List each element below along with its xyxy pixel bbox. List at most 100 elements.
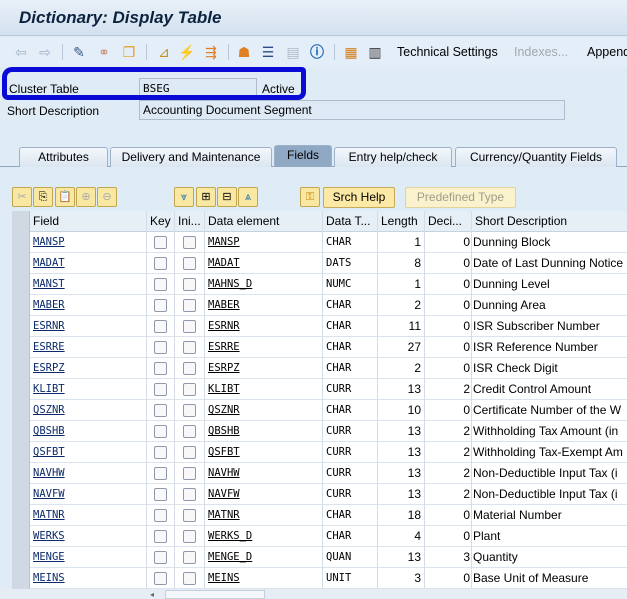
forward-icon[interactable]: ⇨ xyxy=(36,43,54,61)
key-checkbox[interactable] xyxy=(154,551,167,564)
initial-values-checkbox[interactable] xyxy=(183,299,196,312)
select-all-cell[interactable] xyxy=(12,211,30,232)
key-checkbox[interactable] xyxy=(154,572,167,585)
structure-icon[interactable]: ▦ xyxy=(342,43,360,61)
hierarchy-icon[interactable]: ☗ xyxy=(235,43,253,61)
table-row[interactable]: WERKS WERKS_D CHAR 4 0 Plant xyxy=(12,526,627,547)
table-row[interactable]: QSFBT QSFBT CURR 13 2 Withholding Tax-Ex… xyxy=(12,442,627,463)
key-checkbox[interactable] xyxy=(154,362,167,375)
initial-values-checkbox[interactable] xyxy=(183,488,196,501)
other-object-icon[interactable]: ❐ xyxy=(120,43,138,61)
key-checkbox[interactable] xyxy=(154,278,167,291)
field-name[interactable]: ESRPZ xyxy=(30,358,147,379)
table-row[interactable]: MENGE MENGE_D QUAN 13 3 Quantity xyxy=(12,547,627,568)
row-selector[interactable] xyxy=(12,547,30,568)
key-checkbox[interactable] xyxy=(154,257,167,270)
data-element[interactable]: ESRNR xyxy=(205,316,323,337)
tab-fields[interactable]: Fields xyxy=(274,145,332,167)
table-row[interactable]: MANST MAHNS_D NUMC 1 0 Dunning Level xyxy=(12,274,627,295)
technical-settings-button[interactable]: Technical Settings xyxy=(397,45,498,59)
expand-all-icon[interactable]: ⊞ xyxy=(196,187,216,207)
initial-values-checkbox[interactable] xyxy=(183,341,196,354)
initial-values-checkbox[interactable] xyxy=(183,425,196,438)
data-element[interactable]: WERKS_D xyxy=(205,526,323,547)
display-change-icon[interactable]: ✎ xyxy=(70,43,88,61)
row-selector[interactable] xyxy=(12,274,30,295)
data-element[interactable]: NAVFW xyxy=(205,484,323,505)
insert-row-icon[interactable]: ⊕ xyxy=(76,187,96,207)
row-selector[interactable] xyxy=(12,337,30,358)
initial-values-checkbox[interactable] xyxy=(183,509,196,522)
row-selector[interactable] xyxy=(12,442,30,463)
info-icon[interactable]: ⓘ xyxy=(308,43,326,61)
field-name[interactable]: QSZNR xyxy=(30,400,147,421)
data-element[interactable]: MEINS xyxy=(205,568,323,589)
table-row[interactable]: ESRPZ ESRPZ CHAR 2 0 ISR Check Digit xyxy=(12,358,627,379)
tab-currency-quantity[interactable]: Currency/Quantity Fields xyxy=(455,147,617,167)
check-icon[interactable]: ⊿ xyxy=(155,43,173,61)
key-checkbox[interactable] xyxy=(154,488,167,501)
table-row[interactable]: MADAT MADAT DATS 8 0 Date of Last Dunnin… xyxy=(12,253,627,274)
where-used-icon[interactable]: ⇶ xyxy=(202,43,220,61)
table-row[interactable]: NAVFW NAVFW CURR 13 2 Non-Deductible Inp… xyxy=(12,484,627,505)
key-checkbox[interactable] xyxy=(154,320,167,333)
row-selector[interactable] xyxy=(12,484,30,505)
field-name[interactable]: MABER xyxy=(30,295,147,316)
field-name[interactable]: QSFBT xyxy=(30,442,147,463)
object-list-icon[interactable]: ☰ xyxy=(259,43,277,61)
key-checkbox[interactable] xyxy=(154,299,167,312)
field-name[interactable]: WERKS xyxy=(30,526,147,547)
field-name[interactable]: MANST xyxy=(30,274,147,295)
table-row[interactable]: QSZNR QSZNR CHAR 10 0 Certificate Number… xyxy=(12,400,627,421)
table-row[interactable]: ESRRE ESRRE CHAR 27 0 ISR Reference Numb… xyxy=(12,337,627,358)
row-selector[interactable] xyxy=(12,505,30,526)
key-checkbox[interactable] xyxy=(154,236,167,249)
initial-values-checkbox[interactable] xyxy=(183,278,196,291)
initial-values-checkbox[interactable] xyxy=(183,320,196,333)
field-name[interactable]: ESRRE xyxy=(30,337,147,358)
navigation-window-icon[interactable]: ▤ xyxy=(284,43,302,61)
field-name[interactable]: QBSHB xyxy=(30,421,147,442)
key-checkbox[interactable] xyxy=(154,530,167,543)
data-element[interactable]: QSZNR xyxy=(205,400,323,421)
row-selector[interactable] xyxy=(12,568,30,589)
row-selector[interactable] xyxy=(12,463,30,484)
data-element[interactable]: MABER xyxy=(205,295,323,316)
initial-values-checkbox[interactable] xyxy=(183,383,196,396)
key-checkbox[interactable] xyxy=(154,383,167,396)
active-inactive-icon[interactable]: ⚭ xyxy=(95,43,113,61)
key-checkbox[interactable] xyxy=(154,425,167,438)
horizontal-scrollbar[interactable]: ◂ xyxy=(0,589,627,599)
row-selector[interactable] xyxy=(12,253,30,274)
field-name[interactable]: MENGE xyxy=(30,547,147,568)
initial-values-checkbox[interactable] xyxy=(183,257,196,270)
table-row[interactable]: QBSHB QBSHB CURR 13 2 Withholding Tax Am… xyxy=(12,421,627,442)
predefined-type-button[interactable]: Predefined Type xyxy=(405,187,516,208)
short-description-field[interactable]: Accounting Document Segment xyxy=(139,100,565,120)
scroll-left-icon[interactable]: ◂ xyxy=(150,590,154,599)
append-button[interactable]: Append xyxy=(587,45,627,59)
tab-entry-help[interactable]: Entry help/check xyxy=(334,147,452,167)
key-checkbox[interactable] xyxy=(154,341,167,354)
search-help-key-icon[interactable]: ⚿ xyxy=(300,187,320,207)
paste-icon[interactable]: 📋 xyxy=(55,187,75,207)
copy-icon[interactable]: ⎘ xyxy=(33,187,53,207)
key-checkbox[interactable] xyxy=(154,467,167,480)
scrollbar-thumb[interactable] xyxy=(165,590,265,599)
col-short-description[interactable]: Short Description xyxy=(472,211,627,232)
row-selector[interactable] xyxy=(12,421,30,442)
table-row[interactable]: MATNR MATNR CHAR 18 0 Material Number xyxy=(12,505,627,526)
initial-values-checkbox[interactable] xyxy=(183,236,196,249)
field-name[interactable]: MATNR xyxy=(30,505,147,526)
col-key[interactable]: Key xyxy=(147,211,175,232)
data-element[interactable]: MATNR xyxy=(205,505,323,526)
back-icon[interactable]: ⇦ xyxy=(12,43,30,61)
data-element[interactable]: MENGE_D xyxy=(205,547,323,568)
table-row[interactable]: MANSP MANSP CHAR 1 0 Dunning Block xyxy=(12,232,627,253)
columns-icon[interactable]: ▥ xyxy=(366,43,384,61)
initial-values-checkbox[interactable] xyxy=(183,551,196,564)
row-selector[interactable] xyxy=(12,526,30,547)
table-row[interactable]: NAVHW NAVHW CURR 13 2 Non-Deductible Inp… xyxy=(12,463,627,484)
row-selector[interactable] xyxy=(12,379,30,400)
field-name[interactable]: ESRNR xyxy=(30,316,147,337)
